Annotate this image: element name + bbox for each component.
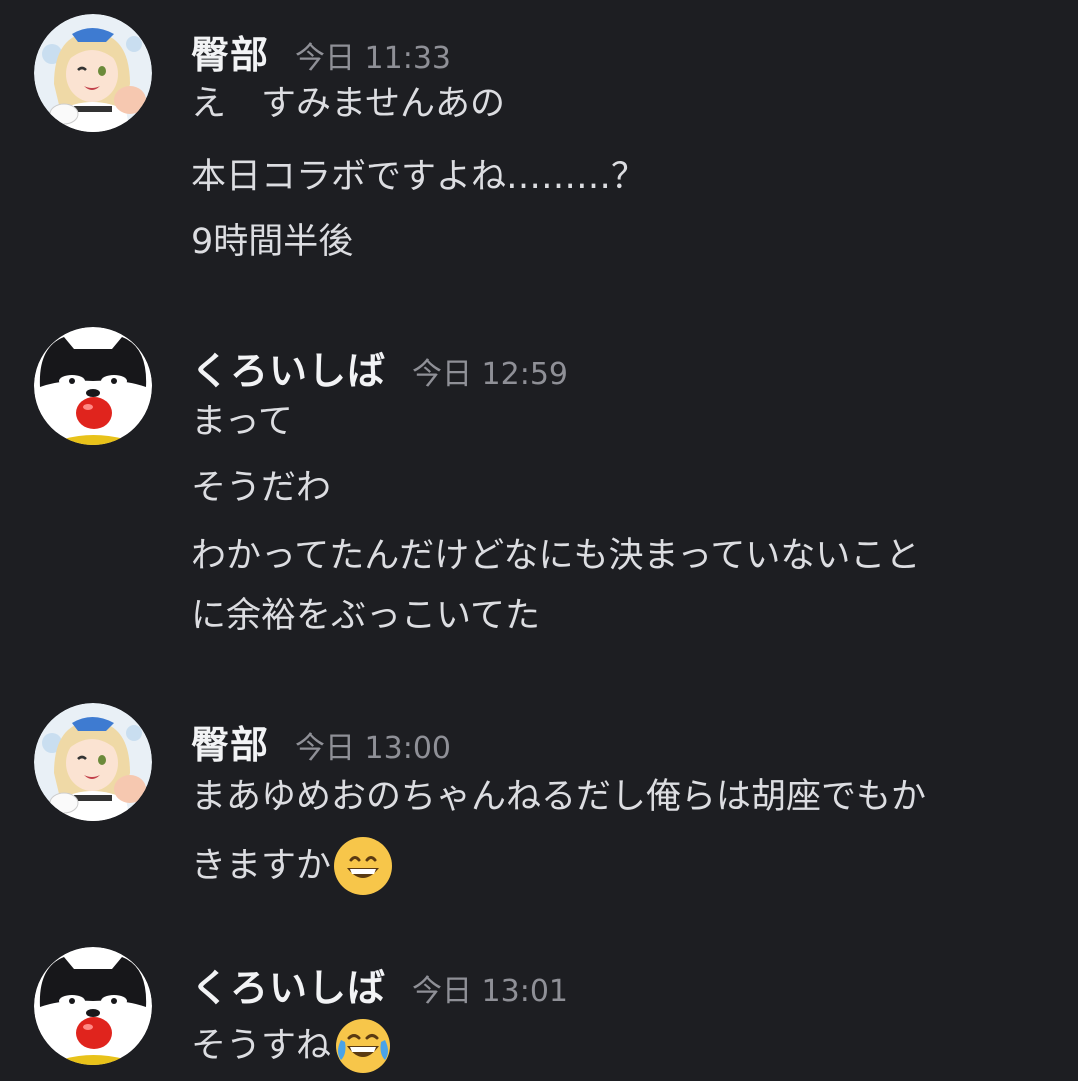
timestamp: 今日 11:33 [295,41,452,76]
message-header: くろいしば 今日 13:01 [191,957,568,1012]
user-avatar[interactable] [34,327,152,445]
timestamp: 今日 12:59 [412,357,569,392]
username[interactable]: くろいしば [191,957,386,1012]
anime-girl-avatar-icon [34,703,152,821]
message-text: わかってたんだけどなにも決まっていないこと [191,536,921,576]
message-text: 9時間半後 [191,222,354,262]
black-shiba-avatar-icon [34,947,152,1065]
message-header: 臀部 今日 11:33 [191,24,451,79]
username[interactable]: 臀部 [191,714,269,769]
user-avatar[interactable] [34,14,152,132]
message-text: まって [191,402,293,442]
message-text: そうだわ [191,468,332,508]
user-avatar[interactable] [34,703,152,821]
message-text-segment: そうすね [191,1026,332,1066]
user-avatar[interactable] [34,947,152,1065]
tears-of-joy-emoji-icon [333,1016,393,1076]
username[interactable]: 臀部 [191,24,269,79]
message-text: に余裕をぶっこいてた [191,596,540,636]
message-text: まあゆめおのちゃんねるだし俺らは胡座でもか [191,777,927,817]
message-text-segment: きますか [191,846,332,886]
message-header: 臀部 今日 13:00 [191,714,451,769]
timestamp: 今日 13:00 [295,731,452,766]
grinning-face-emoji-icon [333,836,393,896]
message-text: え すみませんあの [191,84,505,124]
message-text: きますか [191,836,393,896]
black-shiba-avatar-icon [34,327,152,445]
username[interactable]: くろいしば [191,340,386,395]
message-header: くろいしば 今日 12:59 [191,340,568,395]
message-text: そうすね [191,1016,393,1076]
anime-girl-avatar-icon [34,14,152,132]
timestamp: 今日 13:01 [412,974,569,1009]
message-text: 本日コラボですよね………？ [191,157,647,197]
